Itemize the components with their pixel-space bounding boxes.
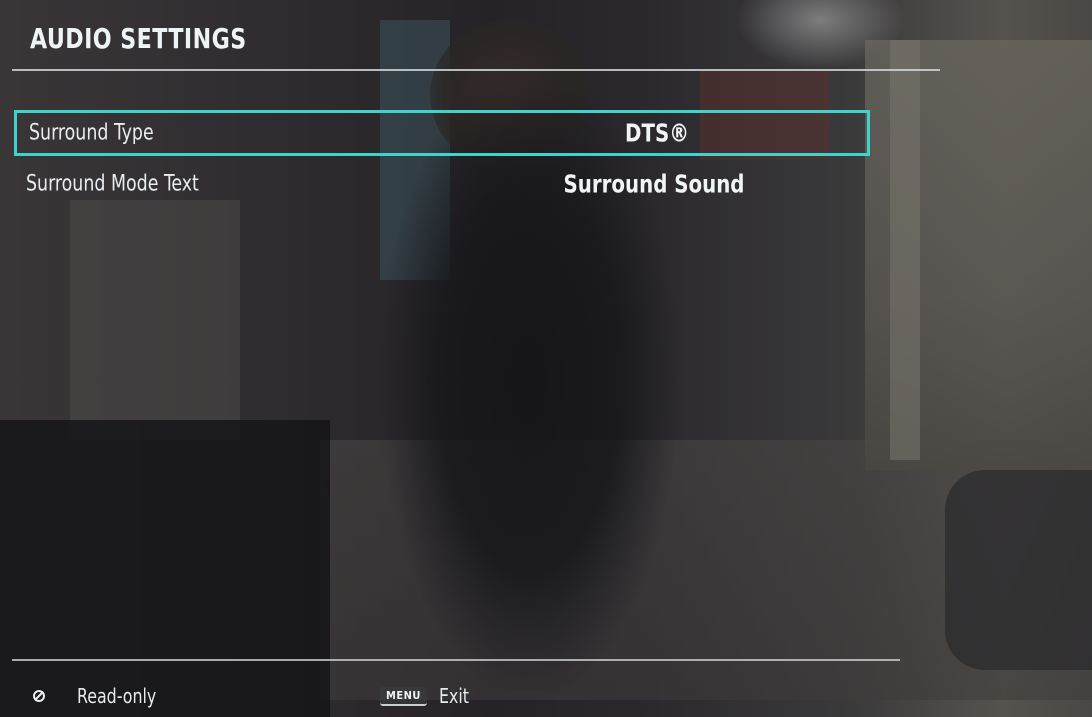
- setting-label: Surround Type: [29, 120, 154, 146]
- setting-label: Surround Mode Text: [26, 171, 199, 197]
- page-title: AUDIO SETTINGS: [30, 22, 247, 55]
- header-divider: [12, 69, 940, 71]
- footer-readonly: Read-only: [33, 683, 167, 709]
- background-reflection: [0, 420, 330, 717]
- setting-row-surround-type[interactable]: Surround Type DTS®: [14, 110, 870, 156]
- setting-value: DTS®: [625, 118, 689, 148]
- tv-screen: AUDIO SETTINGS Surround Type DTS® Surrou…: [0, 0, 1092, 717]
- no-entry-icon: [33, 690, 45, 702]
- setting-value: Surround Sound: [563, 169, 745, 199]
- menu-key-icon: MENU: [380, 686, 427, 706]
- background-reflection: [70, 200, 240, 440]
- footer-exit[interactable]: MENU Exit: [380, 683, 473, 709]
- readonly-label: Read-only: [77, 684, 157, 708]
- background-reflection: [890, 40, 920, 460]
- footer-divider: [12, 659, 900, 661]
- background-reflection: [945, 470, 1092, 670]
- exit-label: Exit: [438, 684, 469, 708]
- setting-row-surround-mode-text[interactable]: Surround Mode Text Surround Sound: [14, 161, 870, 207]
